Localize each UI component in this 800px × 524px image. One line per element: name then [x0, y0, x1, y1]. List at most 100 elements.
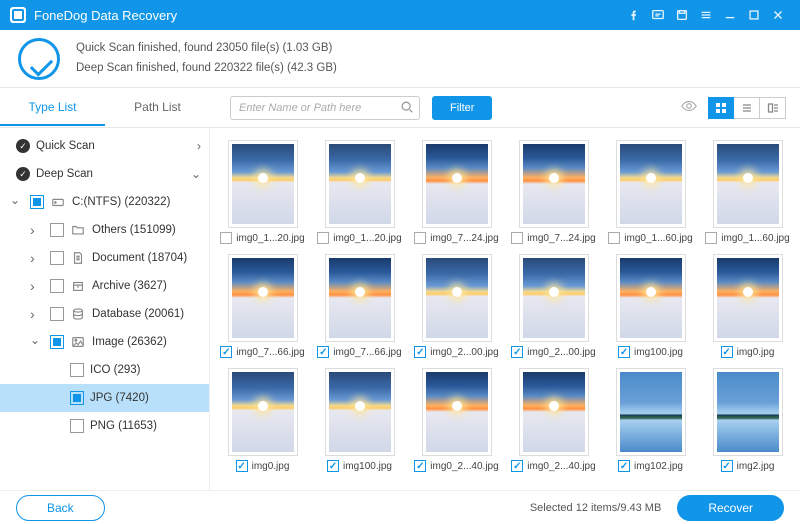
- thumbnail-image: [713, 140, 783, 228]
- chevron-down-icon: ⌄: [191, 167, 201, 181]
- file-thumbnail[interactable]: img0_7...24.jpg: [410, 136, 503, 248]
- file-thumbnail[interactable]: img0_2...00.jpg: [410, 250, 503, 362]
- share-facebook-icon[interactable]: [622, 3, 646, 27]
- tree-drive-c[interactable]: C:(NTFS) (220322): [0, 188, 209, 216]
- checkbox[interactable]: [30, 195, 44, 209]
- tree-archive[interactable]: Archive (3627): [0, 272, 209, 300]
- file-thumbnail[interactable]: img0_1...60.jpg: [604, 136, 697, 248]
- tree-deep-scan[interactable]: Deep Scan ⌄: [0, 160, 209, 188]
- file-thumbnail[interactable]: img0_1...20.jpg: [313, 136, 406, 248]
- file-thumbnail[interactable]: img102.jpg: [604, 364, 697, 476]
- save-icon[interactable]: [670, 3, 694, 27]
- file-checkbox[interactable]: [414, 460, 426, 472]
- tree-png[interactable]: PNG (11653): [0, 412, 209, 440]
- checkbox[interactable]: [50, 251, 64, 265]
- expand-arrow-icon[interactable]: [30, 278, 44, 294]
- expand-arrow-icon[interactable]: [30, 222, 44, 238]
- back-button[interactable]: Back: [16, 495, 105, 521]
- checkbox[interactable]: [50, 307, 64, 321]
- tree-document[interactable]: Document (18704): [0, 244, 209, 272]
- file-thumbnail[interactable]: img0_7...66.jpg: [216, 250, 309, 362]
- checkbox[interactable]: [70, 419, 84, 433]
- file-thumbnail[interactable]: img0_1...20.jpg: [216, 136, 309, 248]
- file-checkbox[interactable]: [414, 346, 426, 358]
- tab-path-list[interactable]: Path List: [105, 90, 210, 126]
- file-name: img0.jpg: [737, 347, 775, 358]
- thumbnail-image: [325, 254, 395, 342]
- tree-quick-scan[interactable]: Quick Scan ›: [0, 132, 209, 160]
- file-thumbnail[interactable]: img0_7...24.jpg: [507, 136, 600, 248]
- file-thumbnail[interactable]: img0_2...00.jpg: [507, 250, 600, 362]
- search-icon[interactable]: [400, 100, 414, 117]
- chevron-right-icon: ›: [197, 139, 201, 153]
- file-name: img2.jpg: [737, 461, 775, 472]
- checkbox[interactable]: [70, 391, 84, 405]
- file-checkbox[interactable]: [511, 346, 523, 358]
- file-checkbox[interactable]: [705, 232, 717, 244]
- menu-icon[interactable]: [694, 3, 718, 27]
- file-checkbox[interactable]: [414, 232, 426, 244]
- file-thumbnail[interactable]: img0.jpg: [701, 250, 794, 362]
- archive-icon: [70, 278, 86, 294]
- file-checkbox[interactable]: [721, 346, 733, 358]
- file-checkbox[interactable]: [511, 460, 523, 472]
- maximize-icon[interactable]: [742, 3, 766, 27]
- minimize-icon[interactable]: [718, 3, 742, 27]
- file-thumbnail[interactable]: img0_2...40.jpg: [507, 364, 600, 476]
- app-title: FoneDog Data Recovery: [34, 8, 177, 23]
- search-wrap: [230, 96, 420, 120]
- deep-scan-status: Deep Scan finished, found 220322 file(s)…: [76, 59, 337, 79]
- file-name: img0_1...20.jpg: [236, 233, 304, 244]
- search-input[interactable]: [230, 96, 420, 120]
- thumbnail-image: [713, 368, 783, 456]
- close-icon[interactable]: [766, 3, 790, 27]
- file-checkbox[interactable]: [220, 232, 232, 244]
- file-checkbox[interactable]: [511, 232, 523, 244]
- preview-toggle-icon[interactable]: [680, 97, 698, 118]
- filter-button[interactable]: Filter: [432, 96, 492, 120]
- file-checkbox[interactable]: [236, 460, 248, 472]
- file-checkbox[interactable]: [618, 346, 630, 358]
- file-checkbox[interactable]: [721, 460, 733, 472]
- file-thumbnail[interactable]: img100.jpg: [313, 364, 406, 476]
- view-list-button[interactable]: [734, 97, 760, 119]
- expand-arrow-icon[interactable]: [30, 335, 44, 349]
- file-thumbnail[interactable]: img0_7...66.jpg: [313, 250, 406, 362]
- file-thumbnail[interactable]: img0_2...40.jpg: [410, 364, 503, 476]
- file-name: img0_2...00.jpg: [430, 347, 498, 358]
- tree-image[interactable]: Image (26362): [0, 328, 209, 356]
- checkbox[interactable]: [50, 279, 64, 293]
- tree-database[interactable]: Database (20061): [0, 300, 209, 328]
- file-thumbnail[interactable]: img100.jpg: [604, 250, 697, 362]
- file-checkbox[interactable]: [220, 346, 232, 358]
- view-grid-button[interactable]: [708, 97, 734, 119]
- document-icon: [70, 250, 86, 266]
- file-checkbox[interactable]: [327, 460, 339, 472]
- expand-arrow-icon[interactable]: [10, 195, 24, 209]
- thumbnail-image: [713, 254, 783, 342]
- file-checkbox[interactable]: [317, 232, 329, 244]
- tree-ico[interactable]: ICO (293): [0, 356, 209, 384]
- checkbox[interactable]: [70, 363, 84, 377]
- checkbox[interactable]: [50, 335, 64, 349]
- file-name: img102.jpg: [634, 461, 683, 472]
- view-detail-button[interactable]: [760, 97, 786, 119]
- file-thumbnail[interactable]: img0.jpg: [216, 364, 309, 476]
- file-name: img0_1...20.jpg: [333, 233, 401, 244]
- image-icon: [70, 334, 86, 350]
- file-checkbox[interactable]: [618, 460, 630, 472]
- file-checkbox[interactable]: [608, 232, 620, 244]
- checkbox[interactable]: [50, 223, 64, 237]
- expand-arrow-icon[interactable]: [30, 306, 44, 322]
- tree-others[interactable]: Others (151099): [0, 216, 209, 244]
- file-name: img100.jpg: [343, 461, 392, 472]
- expand-arrow-icon[interactable]: [30, 250, 44, 266]
- file-thumbnail[interactable]: img0_1...60.jpg: [701, 136, 794, 248]
- file-grid: img0_1...20.jpg img0_1...20.jpg img0_7...2…: [216, 136, 794, 476]
- file-thumbnail[interactable]: img2.jpg: [701, 364, 794, 476]
- tree-jpg[interactable]: JPG (7420): [0, 384, 209, 412]
- tab-type-list[interactable]: Type List: [0, 90, 105, 126]
- recover-button[interactable]: Recover: [677, 495, 784, 521]
- feedback-icon[interactable]: [646, 3, 670, 27]
- file-checkbox[interactable]: [317, 346, 329, 358]
